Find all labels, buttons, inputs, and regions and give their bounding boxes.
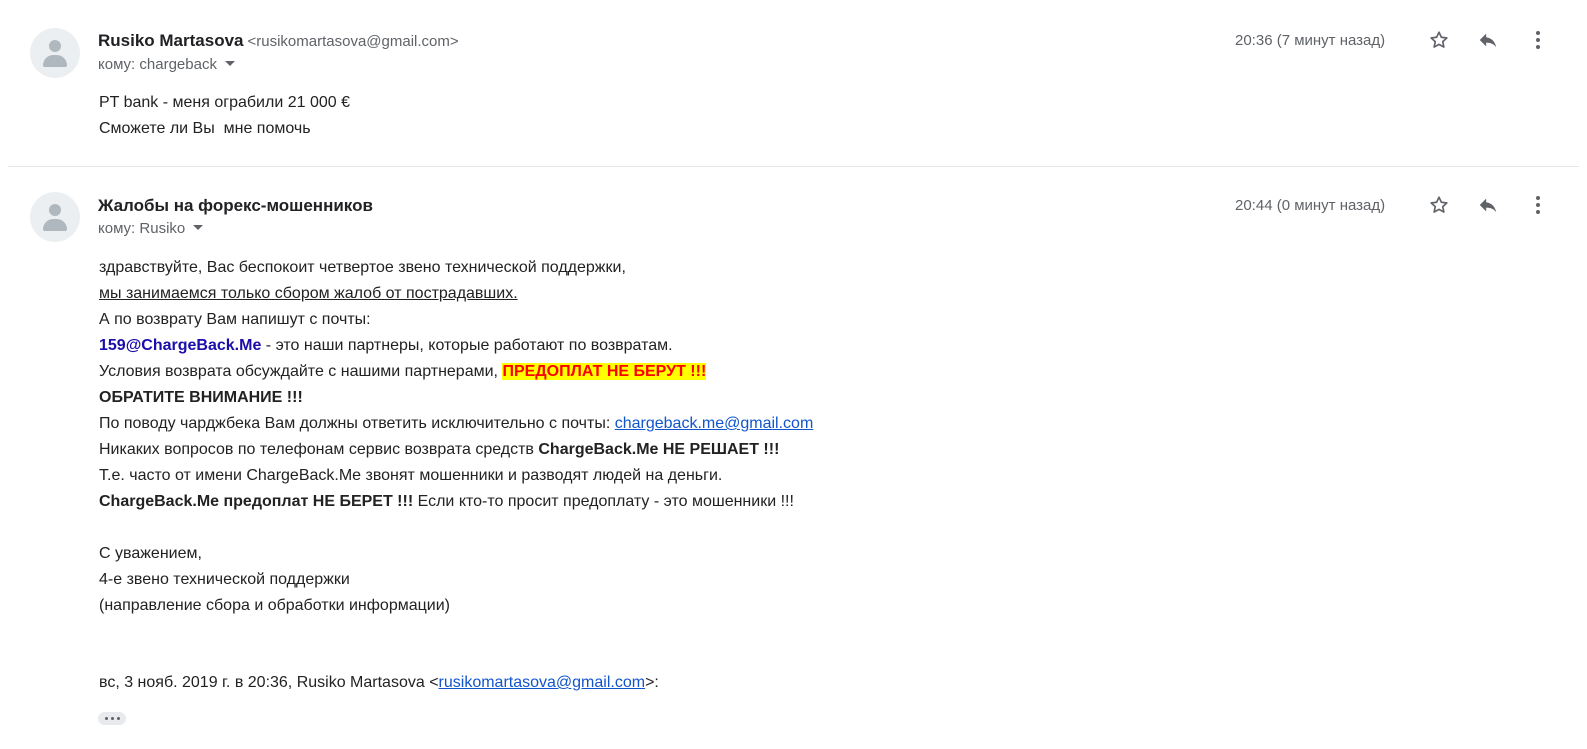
recipient-label: кому: chargeback xyxy=(98,56,217,73)
quoted-email-link[interactable]: rusikomartasova@gmail.com xyxy=(439,674,646,691)
quote-suffix: >: xyxy=(645,674,659,691)
body-text-span: Условия возврата обсуждайте с нашими пар… xyxy=(99,363,503,380)
recipient-label: кому: Rusiko xyxy=(98,220,186,237)
more-options-button[interactable] xyxy=(1524,191,1552,219)
message-body: здравствуйте, Вас беспокоит четвертое зв… xyxy=(99,255,813,619)
sender-name[interactable]: Жалобы на форекс-мошенников xyxy=(98,196,373,216)
message-time: 20:44 (0 минут назад) xyxy=(1235,197,1386,214)
message-divider xyxy=(8,166,1579,167)
body-line: Сможете ли Вы мне помочь xyxy=(99,120,311,137)
signature-line: С уважением, xyxy=(99,545,202,562)
signature-line: 4-е звено технической поддержки xyxy=(99,571,350,588)
sender-email: <rusikomartasova@gmail.com> xyxy=(247,33,459,50)
star-button[interactable] xyxy=(1425,26,1453,54)
body-text-span: Если кто-то просит предоплату - это моше… xyxy=(413,493,794,510)
chargeback-email-link[interactable]: chargeback.me@gmail.com xyxy=(615,415,814,432)
sender-header: Rusiko Martasova <rusikomartasova@gmail.c… xyxy=(98,31,459,51)
more-options-button[interactable] xyxy=(1524,26,1552,54)
body-bold-span: ChargeBack.Me НЕ РЕШАЕТ !!! xyxy=(538,441,780,458)
body-line: ChargeBack.Me предоплат НЕ БЕРЕТ !!! Есл… xyxy=(99,489,813,515)
body-line: 159@ChargeBack.Me - это наши партнеры, к… xyxy=(99,333,813,359)
quoted-header: вс, 3 нояб. 2019 г. в 20:36, Rusiko Mart… xyxy=(99,674,659,692)
reply-button[interactable] xyxy=(1474,191,1502,219)
star-icon xyxy=(1430,196,1448,213)
ellipsis-dot xyxy=(116,717,120,720)
ellipsis-icon xyxy=(104,717,108,720)
sender-name[interactable]: Rusiko Martasova xyxy=(98,31,244,50)
more-vert-icon xyxy=(1536,31,1540,49)
body-line: Т.е. часто от имени ChargeBack.Me звонят… xyxy=(99,467,723,484)
reply-icon xyxy=(1479,33,1497,48)
recipient-dropdown[interactable]: кому: chargeback xyxy=(98,56,235,73)
chevron-down-icon xyxy=(224,60,235,66)
body-line: Никаких вопросов по телефонам сервис воз… xyxy=(99,437,813,463)
ellipsis-dot xyxy=(110,717,114,720)
avatar-icon[interactable] xyxy=(30,192,80,242)
more-vert-icon xyxy=(1536,196,1540,214)
signature-line: (направление сбора и обработки информаци… xyxy=(99,597,450,614)
star-icon xyxy=(1430,31,1448,48)
body-line-bold: ОБРАТИТЕ ВНИМАНИЕ !!! xyxy=(99,389,303,406)
body-text-span: По поводу чарджбека Вам должны ответить … xyxy=(99,415,615,432)
body-line: здравствуйте, Вас беспокоит четвертое зв… xyxy=(99,259,626,276)
message-body: PT bank - меня ограбили 21 000 € Сможете… xyxy=(99,90,350,142)
body-line: А по возврату Вам напишут с почты: xyxy=(99,311,371,328)
reply-icon xyxy=(1479,198,1497,213)
recipient-dropdown[interactable]: кому: Rusiko xyxy=(98,220,204,237)
body-bold-span: ChargeBack.Me предоплат НЕ БЕРЕТ !!! xyxy=(99,493,414,510)
body-line: PT bank - меня ограбили 21 000 € xyxy=(99,94,350,111)
partner-email: 159@ChargeBack.Me xyxy=(99,337,262,354)
reply-button[interactable] xyxy=(1474,26,1502,54)
show-trimmed-content-button[interactable] xyxy=(98,712,126,725)
star-button[interactable] xyxy=(1425,191,1453,219)
body-line-underlined: мы занимаемся только сбором жалоб от пос… xyxy=(99,285,518,302)
body-text-span: - это наши партнеры, которые работают по… xyxy=(261,337,673,354)
avatar-icon[interactable] xyxy=(30,28,80,78)
body-line: Условия возврата обсуждайте с нашими пар… xyxy=(99,359,813,385)
chevron-down-icon xyxy=(193,224,204,230)
message-time: 20:36 (7 минут назад) xyxy=(1235,32,1386,49)
highlighted-warning: ПРЕДОПЛАТ НЕ БЕРУТ !!! xyxy=(502,363,707,380)
body-text-span: Никаких вопросов по телефонам сервис воз… xyxy=(99,441,539,458)
quote-prefix: вс, 3 нояб. 2019 г. в 20:36, Rusiko Mart… xyxy=(99,674,439,691)
body-line: По поводу чарджбека Вам должны ответить … xyxy=(99,411,813,437)
